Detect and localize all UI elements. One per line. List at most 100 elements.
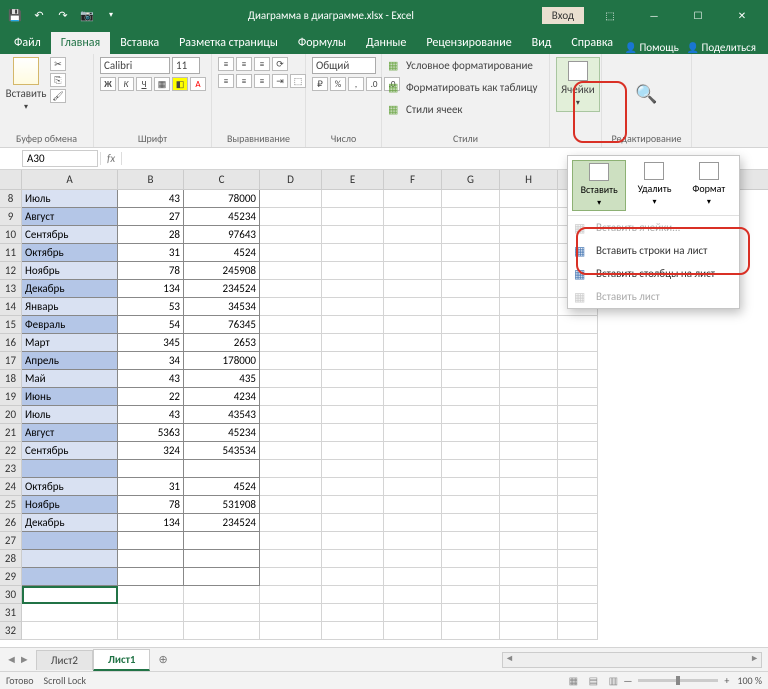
align-right-icon[interactable]: ≡ (254, 74, 270, 88)
italic-button[interactable]: К (118, 77, 134, 91)
bold-button[interactable]: Ж (100, 77, 116, 91)
zoom-in-button[interactable]: + (724, 674, 729, 687)
cell[interactable] (558, 442, 598, 460)
cell[interactable] (322, 388, 384, 406)
row-header[interactable]: 28 (0, 550, 22, 568)
cell[interactable] (442, 190, 500, 208)
cell[interactable] (384, 532, 442, 550)
cell[interactable] (384, 370, 442, 388)
col-header[interactable]: G (442, 170, 500, 189)
row-header[interactable]: 8 (0, 190, 22, 208)
cell[interactable] (384, 352, 442, 370)
cell[interactable] (500, 352, 558, 370)
cell[interactable] (558, 496, 598, 514)
row-header[interactable]: 13 (0, 280, 22, 298)
cell[interactable] (558, 424, 598, 442)
cell[interactable] (322, 298, 384, 316)
cell[interactable]: 134 (118, 280, 184, 298)
cell[interactable] (118, 622, 184, 640)
cell[interactable]: 54 (118, 316, 184, 334)
cell[interactable]: 43 (118, 190, 184, 208)
border-button[interactable]: ▦ (154, 77, 170, 91)
cell[interactable] (384, 604, 442, 622)
cell[interactable] (442, 316, 500, 334)
table-row[interactable]: 32 (0, 622, 768, 640)
cell[interactable] (500, 190, 558, 208)
cell[interactable] (322, 406, 384, 424)
view-normal-icon[interactable]: ▦ (563, 674, 583, 687)
table-row[interactable]: 30 (0, 586, 768, 604)
cell[interactable] (260, 352, 322, 370)
table-row[interactable]: 22Сентябрь324543534 (0, 442, 768, 460)
cell[interactable] (322, 226, 384, 244)
cell[interactable] (442, 460, 500, 478)
cell[interactable] (442, 514, 500, 532)
view-pagelayout-icon[interactable]: ▤ (583, 674, 603, 687)
cell[interactable] (260, 460, 322, 478)
row-header[interactable]: 27 (0, 532, 22, 550)
cell[interactable]: Февраль (22, 316, 118, 334)
row-header[interactable]: 10 (0, 226, 22, 244)
find-icon[interactable]: 🔍 (635, 83, 657, 105)
cell[interactable]: 4524 (184, 478, 260, 496)
cell[interactable]: Апрель (22, 352, 118, 370)
cell[interactable] (322, 622, 384, 640)
cell[interactable] (384, 208, 442, 226)
cell[interactable] (184, 532, 260, 550)
tab-review[interactable]: Рецензирование (416, 32, 521, 54)
row-header[interactable]: 23 (0, 460, 22, 478)
cell[interactable] (558, 406, 598, 424)
align-left-icon[interactable]: ≡ (218, 74, 234, 88)
cell[interactable] (442, 406, 500, 424)
cell[interactable] (558, 550, 598, 568)
cell[interactable]: Июль (22, 190, 118, 208)
tab-data[interactable]: Данные (356, 32, 416, 54)
cell[interactable]: Октябрь (22, 478, 118, 496)
table-row[interactable]: 27 (0, 532, 768, 550)
cell[interactable] (384, 442, 442, 460)
ribbon-display-icon[interactable]: ⬚ (590, 4, 630, 26)
cell[interactable] (500, 442, 558, 460)
cell[interactable] (500, 424, 558, 442)
cell[interactable] (500, 280, 558, 298)
cell[interactable]: 76345 (184, 316, 260, 334)
cell[interactable] (322, 460, 384, 478)
cell[interactable] (500, 388, 558, 406)
cell[interactable] (442, 208, 500, 226)
cell[interactable] (500, 568, 558, 586)
cell[interactable] (260, 586, 322, 604)
zoom-out-button[interactable]: — (623, 674, 632, 687)
format-split-button[interactable]: Формат ▾ (683, 160, 735, 211)
table-row[interactable]: 17Апрель34178000 (0, 352, 768, 370)
cell[interactable] (22, 604, 118, 622)
cell[interactable] (558, 460, 598, 478)
cell[interactable] (442, 388, 500, 406)
fill-color-button[interactable]: ◧ (172, 77, 188, 91)
cell[interactable]: Сентябрь (22, 226, 118, 244)
cell[interactable] (442, 442, 500, 460)
cell[interactable] (260, 406, 322, 424)
cell[interactable] (322, 424, 384, 442)
cell[interactable] (384, 550, 442, 568)
cell[interactable] (500, 622, 558, 640)
cell[interactable] (322, 442, 384, 460)
cell[interactable] (500, 496, 558, 514)
cell[interactable] (558, 568, 598, 586)
cell[interactable] (322, 370, 384, 388)
cell[interactable] (500, 406, 558, 424)
cell[interactable] (184, 604, 260, 622)
row-header[interactable]: 29 (0, 568, 22, 586)
cell[interactable] (500, 532, 558, 550)
menu-insert-columns[interactable]: Вставить столбцы на лист (568, 262, 739, 285)
col-header[interactable]: D (260, 170, 322, 189)
cell[interactable] (118, 568, 184, 586)
cell[interactable] (118, 550, 184, 568)
insert-split-button[interactable]: Вставить ▾ (572, 160, 626, 211)
cell[interactable]: 234524 (184, 514, 260, 532)
cell[interactable]: 543534 (184, 442, 260, 460)
cell[interactable]: 531908 (184, 496, 260, 514)
view-pagebreak-icon[interactable]: ▥ (603, 674, 623, 687)
cell[interactable] (500, 316, 558, 334)
cell[interactable]: 234524 (184, 280, 260, 298)
cell[interactable] (384, 316, 442, 334)
